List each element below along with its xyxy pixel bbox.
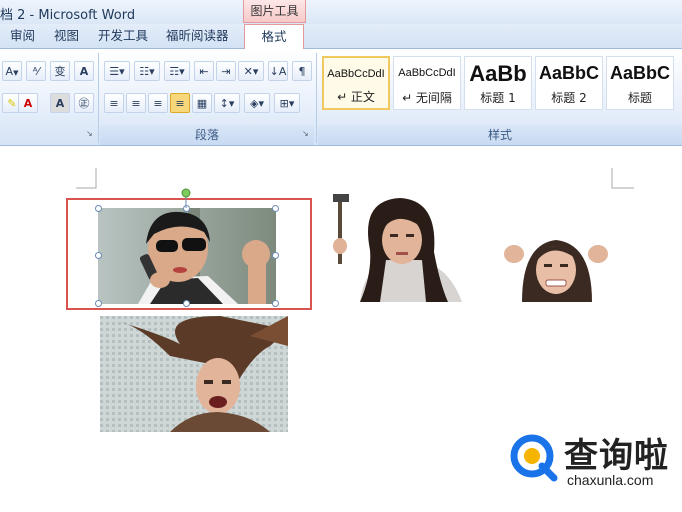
phonetic-guide-icon[interactable]: 变: [50, 61, 70, 81]
title-bar: 档 2 - Microsoft Word 图片工具: [0, 0, 682, 24]
borders-button[interactable]: ⊞▾: [274, 93, 300, 113]
picture-woman-on-phone[interactable]: [98, 208, 276, 304]
style-name: ↵ 无间隔: [402, 91, 452, 105]
style-preview: AaBbC: [538, 63, 599, 83]
clear-format-icon[interactable]: ᴬ⁄: [26, 61, 46, 81]
watermark-brand-en: chaxunla.com: [567, 472, 654, 488]
group-separator: [316, 53, 317, 143]
tab-view[interactable]: 视图: [54, 24, 79, 48]
document-page[interactable]: 查询啦 chaxunla.com: [0, 146, 682, 512]
chaxunla-logo-icon: [510, 434, 558, 482]
show-marks-icon[interactable]: ¶: [292, 61, 312, 81]
resize-handle-bottom[interactable]: [183, 300, 190, 307]
style-preview: AaBb: [469, 61, 527, 86]
font-dialog-launcher-icon[interactable]: ↘: [86, 129, 95, 138]
picture-woman-holding-head[interactable]: [502, 234, 610, 302]
resize-handle-bottom-left[interactable]: [95, 300, 102, 307]
paragraph-dialog-launcher-icon[interactable]: ↘: [302, 129, 311, 138]
bullets-button[interactable]: ☰▾: [104, 61, 130, 81]
picture-screaming-woman[interactable]: [100, 316, 288, 432]
style-heading-2[interactable]: AaBbC 标题 2: [535, 56, 603, 110]
tab-foxit-reader[interactable]: 福昕阅读器: [166, 24, 229, 48]
sort-icon[interactable]: ↓A: [268, 61, 288, 81]
rotate-handle[interactable]: [181, 188, 191, 208]
decrease-indent-icon[interactable]: ⇤: [194, 61, 214, 81]
align-center-icon[interactable]: ≡: [126, 93, 146, 113]
char-shading-icon[interactable]: A: [50, 93, 70, 113]
align-right-icon[interactable]: ≡: [148, 93, 168, 113]
justify-icon[interactable]: ≡: [170, 93, 190, 113]
font-color-button[interactable]: A: [18, 93, 38, 113]
numbering-button[interactable]: ☷▾: [134, 61, 160, 81]
page-corner-mark-right: [611, 168, 634, 189]
style-name: 标题 1: [480, 91, 516, 105]
resize-handle-top-left[interactable]: [95, 205, 102, 212]
watermark-brand-cn: 查询啦: [564, 436, 669, 476]
style-name: 标题: [627, 91, 652, 105]
group-separator: [98, 53, 99, 143]
line-spacing-button[interactable]: ↕▾: [214, 93, 240, 113]
styles-group-label: 样式: [318, 125, 682, 145]
window-title: 档 2 - Microsoft Word: [0, 8, 136, 23]
style-title[interactable]: AaBbC 标题: [606, 56, 674, 110]
paragraph-group-label: 段落: [100, 125, 314, 145]
style-heading-1[interactable]: AaBb 标题 1: [464, 56, 532, 110]
style-preview: AaBbC: [609, 63, 670, 83]
increase-indent-icon[interactable]: ⇥: [216, 61, 236, 81]
picture-tools-context-label: 图片工具: [243, 0, 306, 23]
resize-handle-top-right[interactable]: [272, 205, 279, 212]
resize-handle-left[interactable]: [95, 252, 102, 259]
style-name: 标题 2: [551, 91, 587, 105]
resize-handle-bottom-right[interactable]: [272, 300, 279, 307]
tab-format[interactable]: 格式: [244, 24, 304, 50]
resize-handle-right[interactable]: [272, 252, 279, 259]
shrink-font-button[interactable]: A▼: [2, 61, 22, 81]
distributed-icon[interactable]: ▦: [192, 93, 212, 113]
enclose-char-icon[interactable]: ㊣: [74, 93, 94, 113]
style-preview: AaBbCcDdI: [327, 68, 385, 80]
ribbon-tab-row: 审阅 视图 开发工具 福昕阅读器 格式: [0, 24, 682, 50]
picture-woman-with-hammer[interactable]: [330, 190, 472, 302]
shading-button[interactable]: ◈▾: [244, 93, 270, 113]
char-border-icon[interactable]: A: [74, 61, 94, 81]
align-left-icon[interactable]: ≡: [104, 93, 124, 113]
ribbon: A▼ ᴬ⁄ 变 A ✎ A A ㊣ ↘ ☰▾ ☷▾ ☶▾ ⇤ ⇥ ✕▾ ↓A ¶…: [0, 49, 682, 146]
page-corner-mark-left: [76, 168, 97, 189]
style-preview: AaBbCcDdI: [398, 67, 456, 79]
multilevel-list-button[interactable]: ☶▾: [164, 61, 190, 81]
tab-developer[interactable]: 开发工具: [98, 24, 148, 48]
chinese-layout-button[interactable]: ✕▾: [238, 61, 264, 81]
tab-review[interactable]: 审阅: [10, 24, 35, 48]
style-no-spacing[interactable]: AaBbCcDdI ↵ 无间隔: [393, 56, 461, 110]
style-name: ↵ 正文: [337, 90, 375, 104]
style-normal[interactable]: AaBbCcDdI ↵ 正文: [322, 56, 390, 110]
